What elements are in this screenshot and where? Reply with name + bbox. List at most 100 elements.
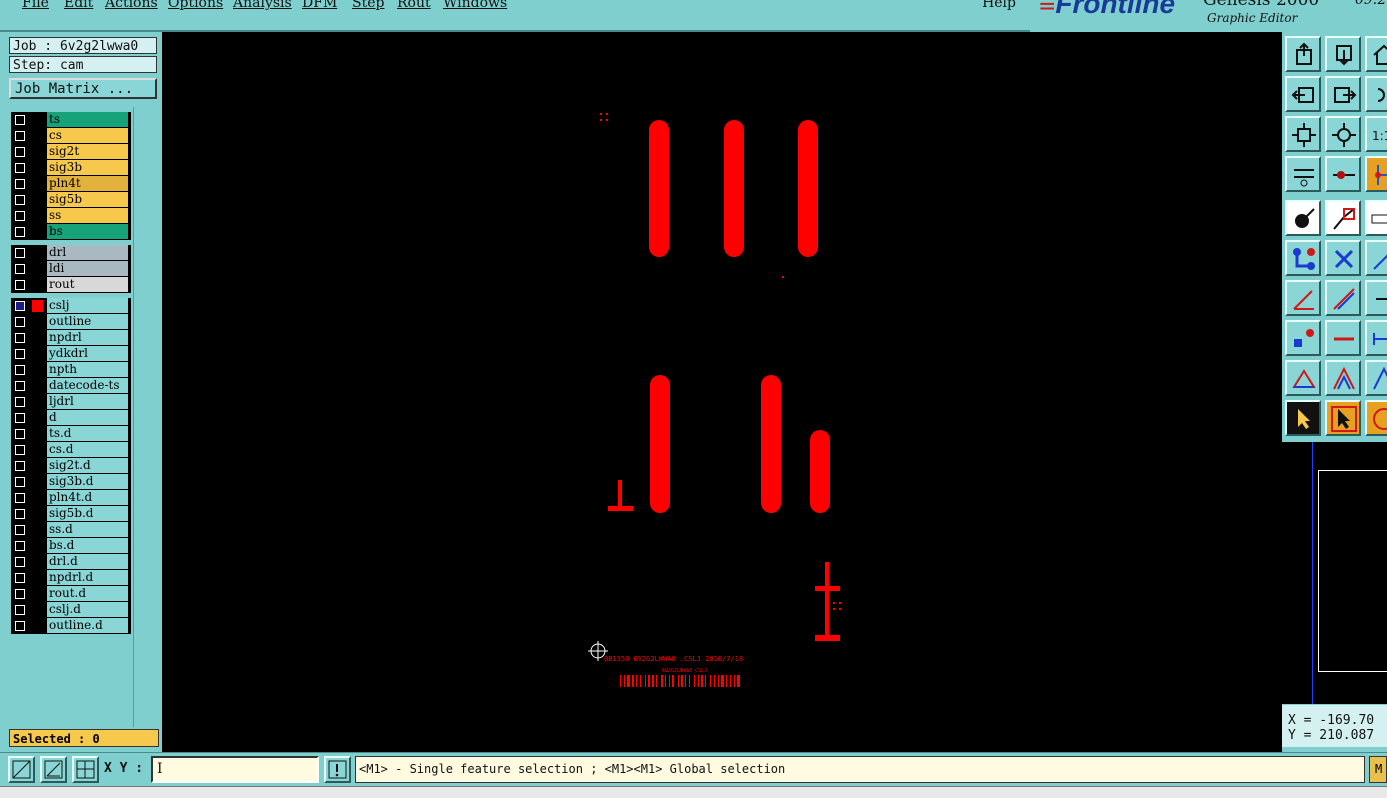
layer-checkbox[interactable] — [15, 541, 25, 551]
layer-name[interactable]: rout.d — [47, 586, 128, 601]
layer-row[interactable]: ts.d — [11, 426, 131, 442]
feature-info-icon[interactable] — [1285, 200, 1321, 236]
layer-row[interactable]: sig2t — [11, 144, 131, 160]
house-icon[interactable] — [1365, 36, 1387, 72]
snap-angle-icon[interactable] — [40, 756, 67, 783]
layer-name[interactable]: outline — [47, 314, 128, 329]
layer-checkbox[interactable] — [15, 349, 25, 359]
pan-right-icon[interactable] — [1325, 76, 1361, 112]
layer-checkbox[interactable] — [15, 333, 25, 343]
layer-row[interactable]: ss — [11, 208, 131, 224]
pad-top-3[interactable] — [798, 120, 818, 257]
layer-checkbox[interactable] — [15, 573, 25, 583]
layer-name[interactable]: ts.d — [47, 426, 128, 441]
layer-checkbox[interactable] — [15, 509, 25, 519]
layer-row[interactable]: ydkdrl — [11, 346, 131, 362]
menu-options[interactable]: Options — [168, 0, 223, 11]
layer-name[interactable]: cslj — [47, 298, 128, 313]
menu-step[interactable]: Step — [352, 0, 384, 11]
layer-name[interactable]: sig3b.d — [47, 474, 128, 489]
menu-dfm[interactable]: DFM — [302, 0, 337, 11]
layer-row[interactable]: ldi — [11, 261, 131, 277]
line-tool-icon[interactable] — [1365, 240, 1387, 276]
layer-name[interactable]: drl — [47, 245, 128, 260]
measure-tools-icon[interactable] — [1285, 156, 1321, 192]
layer-checkbox[interactable] — [15, 264, 25, 274]
pad-bottom-2[interactable] — [761, 375, 781, 513]
layer-name[interactable]: d — [47, 410, 128, 425]
layer-checkbox[interactable] — [15, 413, 25, 423]
layer-row[interactable]: outline.d — [11, 618, 131, 634]
layer-row[interactable]: rout.d — [11, 586, 131, 602]
layer-name[interactable]: cslj.d — [47, 602, 128, 617]
layer-checkbox[interactable] — [15, 131, 25, 141]
dimension-icon[interactable] — [1365, 320, 1387, 356]
pad-bottom-1[interactable] — [650, 375, 670, 513]
pad-top-2[interactable] — [724, 120, 744, 257]
snap-grid-icon[interactable] — [8, 756, 35, 783]
layer-checkbox[interactable] — [15, 248, 25, 258]
draw-diagonal-icon[interactable] — [1325, 280, 1361, 316]
zoom-fit-icon[interactable] — [1285, 116, 1321, 152]
layer-row[interactable]: sig3b — [11, 160, 131, 176]
layer-row[interactable]: sig3b.d — [11, 474, 131, 490]
layer-checkbox[interactable] — [15, 589, 25, 599]
layer-row[interactable]: drl.d — [11, 554, 131, 570]
layer-checkbox[interactable] — [15, 525, 25, 535]
layer-checkbox[interactable] — [15, 429, 25, 439]
layer-row[interactable]: sig5b.d — [11, 506, 131, 522]
layer-row[interactable]: rout — [11, 277, 131, 293]
layer-name[interactable]: cs — [47, 128, 128, 143]
layer-row[interactable]: datecode-ts — [11, 378, 131, 394]
pad-bottom-3[interactable] — [810, 430, 830, 513]
menu-windows[interactable]: Windows — [443, 0, 507, 11]
layer-checkbox[interactable] — [15, 445, 25, 455]
layer-name[interactable]: ydkdrl — [47, 346, 128, 361]
layer-row[interactable]: ts — [11, 112, 131, 128]
ruler-icon[interactable] — [1365, 200, 1387, 236]
graphic-canvas[interactable]: 0B1350 6V2G2LWWA0 .CSLJ 2016/7/18 6V2G2L… — [162, 32, 1282, 752]
menu-rout[interactable]: Rout — [397, 0, 431, 11]
shape-icon[interactable] — [1365, 360, 1387, 396]
layer-checkbox[interactable] — [15, 163, 25, 173]
menu-actions[interactable]: Actions — [105, 0, 158, 11]
layer-name[interactable]: pln4t — [47, 176, 128, 191]
menu-help[interactable]: Help — [982, 0, 1016, 11]
pad-add-icon[interactable] — [1285, 320, 1321, 356]
select-polygon-icon[interactable] — [1365, 400, 1387, 436]
layer-name[interactable]: bs.d — [47, 538, 128, 553]
triangle-icon[interactable] — [1285, 360, 1321, 396]
layer-name[interactable]: sig2t — [47, 144, 128, 159]
layer-name[interactable]: npdrl — [47, 330, 128, 345]
layer-name[interactable]: datecode-ts — [47, 378, 128, 393]
warning-icon[interactable] — [324, 756, 351, 783]
layer-row[interactable]: cs — [11, 128, 131, 144]
layer-row[interactable]: cs.d — [11, 442, 131, 458]
menu-edit[interactable]: Edit — [64, 0, 93, 11]
job-matrix-button[interactable]: Job Matrix ... — [9, 78, 157, 99]
layer-checkbox[interactable] — [15, 147, 25, 157]
layer-checkbox[interactable] — [15, 115, 25, 125]
layer-checkbox[interactable] — [15, 477, 25, 487]
layer-name[interactable]: sig2t.d — [47, 458, 128, 473]
layer-checkbox[interactable] — [15, 397, 25, 407]
pin-icon[interactable] — [1325, 156, 1361, 192]
arc-icon[interactable] — [1325, 360, 1361, 396]
layer-name[interactable]: pln4t.d — [47, 490, 128, 505]
layer-row[interactable]: d — [11, 410, 131, 426]
xy-input[interactable]: I — [151, 756, 319, 783]
layer-row[interactable]: cslj — [11, 298, 131, 314]
layer-row[interactable]: pln4t.d — [11, 490, 131, 506]
connect-icon[interactable] — [1285, 240, 1321, 276]
layer-row[interactable]: ss.d — [11, 522, 131, 538]
layer-row[interactable]: npdrl.d — [11, 570, 131, 586]
delete-x-icon[interactable] — [1325, 240, 1361, 276]
layer-checkbox[interactable] — [15, 365, 25, 375]
layer-name[interactable]: rout — [47, 277, 128, 292]
overview-map[interactable] — [1282, 442, 1387, 704]
layer-checkbox[interactable] — [15, 195, 25, 205]
layer-row[interactable]: npdrl — [11, 330, 131, 346]
snap-tool-icon[interactable] — [1365, 156, 1387, 192]
layer-row[interactable]: bs — [11, 224, 131, 240]
layer-name[interactable]: outline.d — [47, 618, 128, 633]
